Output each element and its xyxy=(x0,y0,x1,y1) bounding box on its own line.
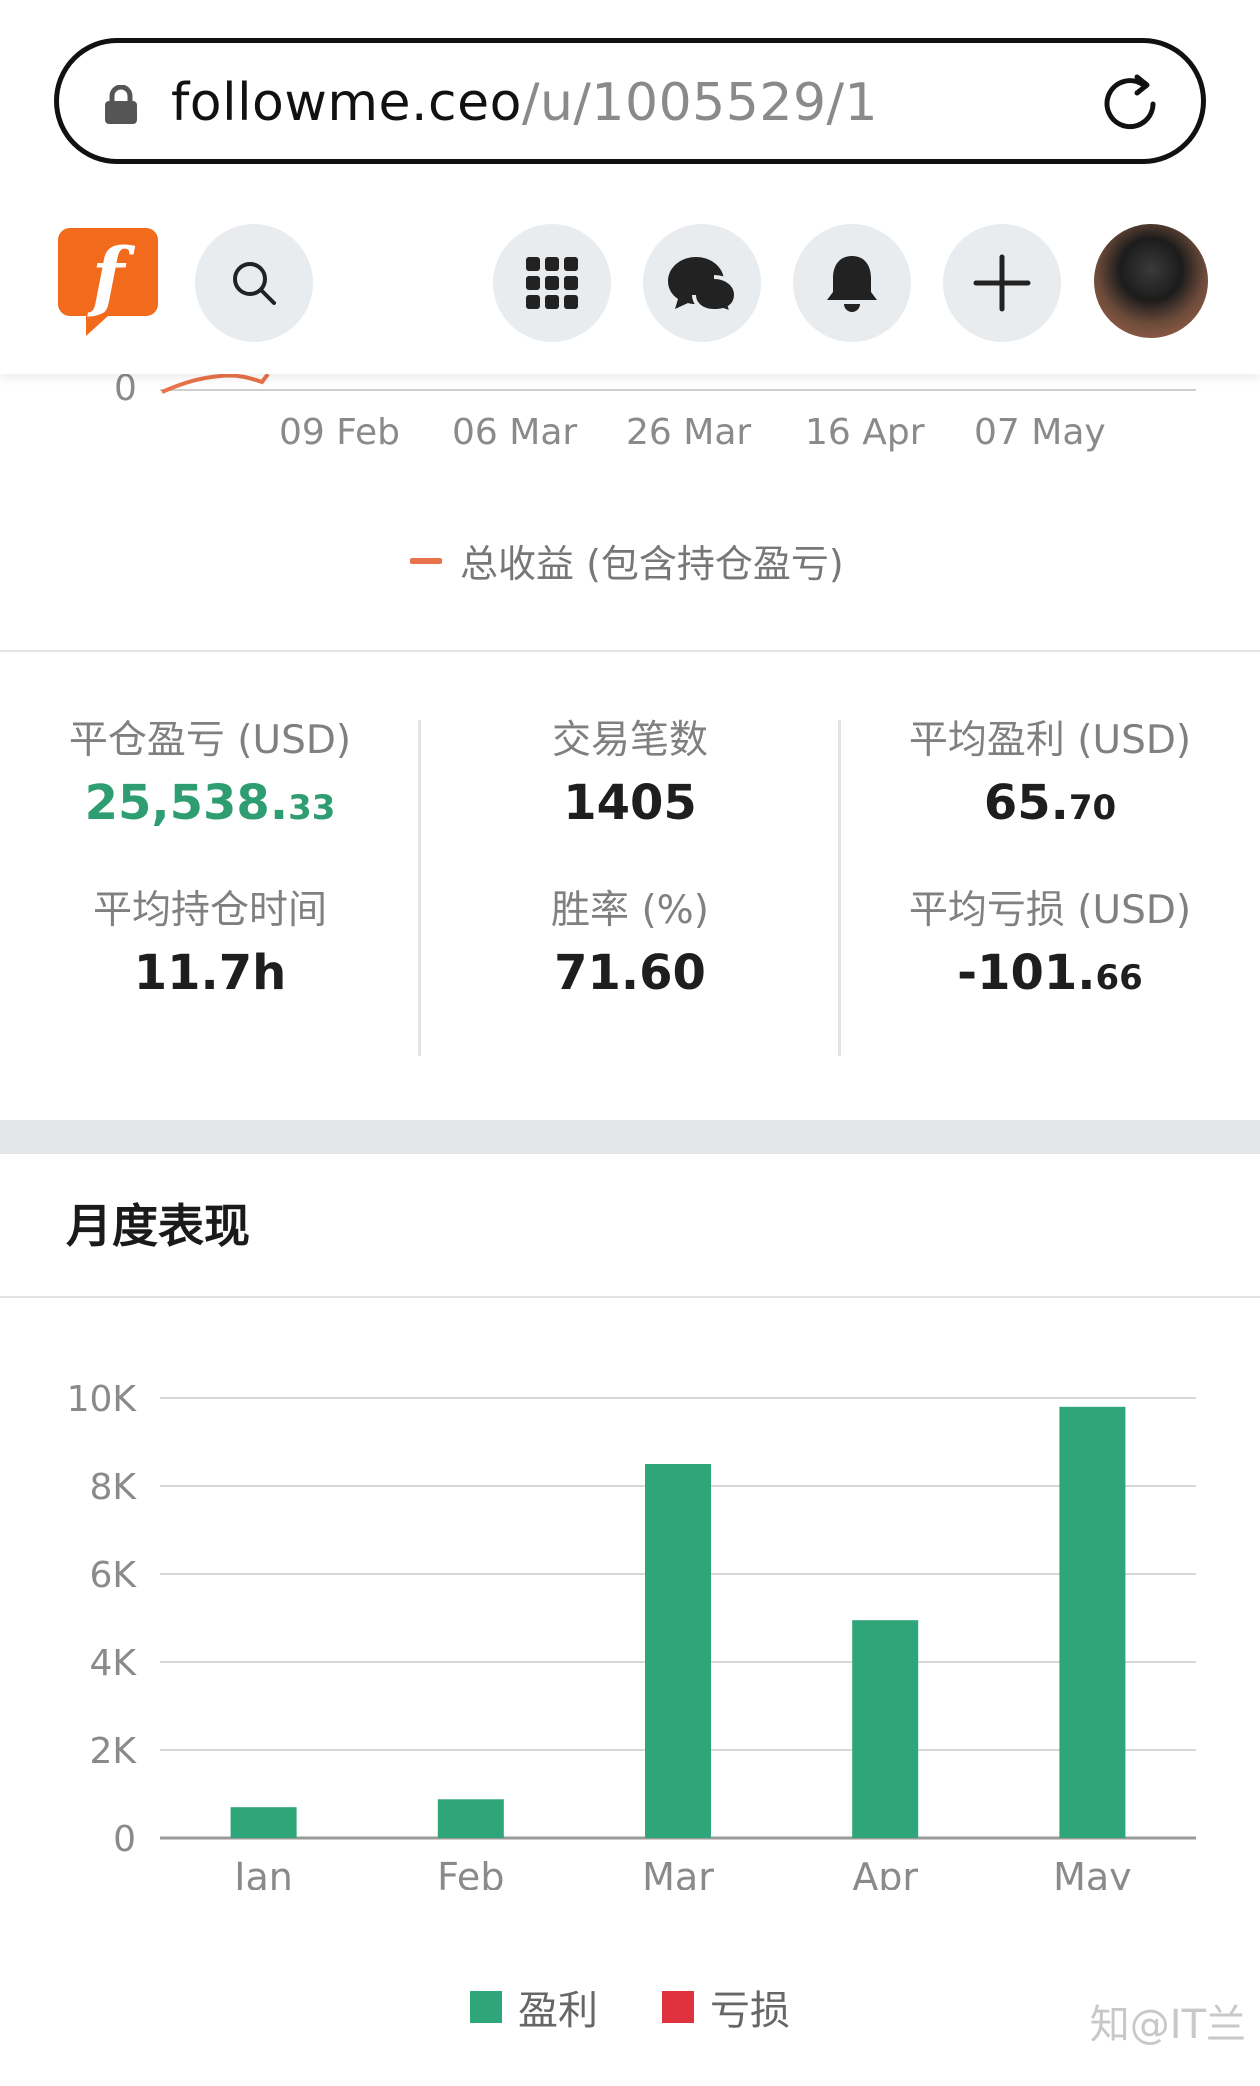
stat-avg-profit: 平均盈利 (USD) 65.70 xyxy=(840,716,1260,839)
stat-label: 平均盈利 (USD) xyxy=(908,718,1192,763)
url-path: /u/1005529/1 xyxy=(521,73,879,133)
top-chart-x-tick: 09 Feb xyxy=(279,412,400,453)
stat-value: 25,538.33 xyxy=(84,775,336,831)
top-chart-y-tick: 0 xyxy=(114,368,137,409)
url-text[interactable]: followme.ceo/u/1005529/1 xyxy=(171,71,878,135)
section-separator-band xyxy=(0,1120,1260,1154)
apps-grid-icon xyxy=(526,257,578,309)
bar-profit-apr xyxy=(852,1620,919,1838)
followme-logo[interactable]: f xyxy=(56,226,160,338)
stat-label: 胜率 (%) xyxy=(551,888,709,933)
y-tick-label: 2K xyxy=(89,1731,137,1772)
top-chart-x-tick: 06 Mar xyxy=(452,412,578,453)
legend-swatch-profit xyxy=(470,1991,502,2023)
top-chart-x-tick: 16 Apr xyxy=(805,412,925,453)
site-header: f xyxy=(0,212,1260,374)
top-chart-x-tick: 07 May xyxy=(974,412,1106,453)
stat-value: 11.7h xyxy=(133,945,287,1001)
bar-profit-feb xyxy=(437,1799,504,1838)
chat-icon xyxy=(668,257,738,313)
legend-line-swatch xyxy=(410,557,442,564)
legend-label: 亏损 xyxy=(710,1988,790,2034)
avatar[interactable] xyxy=(1094,224,1208,338)
legend-item-profit[interactable]: 盈利 xyxy=(470,1978,598,2036)
legend-label: 盈利 xyxy=(518,1988,598,2034)
section-divider xyxy=(0,650,1260,652)
notifications-button[interactable] xyxy=(793,224,911,342)
top-chart-x-tick: 26 Mar xyxy=(626,412,752,453)
url-host: followme.ceo xyxy=(171,73,522,133)
y-tick-label: 6K xyxy=(89,1555,137,1596)
stat-label: 交易笔数 xyxy=(551,718,708,763)
bar-profit-may xyxy=(1059,1406,1126,1838)
address-bar[interactable]: followme.ceo/u/1005529/1 xyxy=(54,38,1206,164)
legend-swatch-loss xyxy=(662,1991,694,2023)
stat-value: 65.70 xyxy=(983,775,1117,831)
stat-avg-loss: 平均亏损 (USD) -101.66 xyxy=(840,886,1260,1009)
stat-avg-hold-time: 平均持仓时间 11.7h xyxy=(0,886,420,1004)
legend-label: 总收益 (包含持仓盈亏) xyxy=(460,542,844,586)
x-tick-label: Jan xyxy=(232,1855,293,1890)
bar-profit-jan xyxy=(230,1807,297,1838)
stat-win-rate: 胜率 (%) 71.60 xyxy=(420,886,840,1004)
x-tick-label: Mar xyxy=(642,1855,714,1890)
stat-value: 1405 xyxy=(563,775,697,831)
reload-icon[interactable] xyxy=(1097,71,1163,137)
create-button[interactable] xyxy=(943,224,1061,342)
y-tick-label: 8K xyxy=(89,1467,137,1508)
stat-closed-pl: 平仓盈亏 (USD) 25,538.33 xyxy=(0,716,420,839)
y-tick-label: 4K xyxy=(89,1643,137,1684)
stat-trade-count: 交易笔数 1405 xyxy=(420,716,840,834)
y-tick-label: 0 xyxy=(113,1819,136,1860)
bar-profit-mar xyxy=(645,1464,711,1838)
stat-label: 平均持仓时间 xyxy=(92,888,327,933)
search-icon xyxy=(233,262,276,305)
top-chart-legend[interactable]: 总收益 (包含持仓盈亏) xyxy=(410,533,844,588)
section-title: 月度表现 xyxy=(66,1199,250,1253)
lock-icon xyxy=(105,85,137,124)
messages-button[interactable] xyxy=(643,224,761,342)
stat-value: -101.66 xyxy=(957,945,1143,1001)
x-tick-label: Apr xyxy=(852,1855,918,1890)
bell-icon xyxy=(827,256,877,312)
stat-label: 平均亏损 (USD) xyxy=(908,888,1192,933)
search-button[interactable] xyxy=(195,224,313,342)
legend-item-loss[interactable]: 亏损 xyxy=(662,1978,790,2036)
stat-label: 平仓盈亏 (USD) xyxy=(68,718,352,763)
x-tick-label: Feb xyxy=(437,1855,504,1890)
y-tick-label: 10K xyxy=(67,1379,138,1420)
watermark: 知@IT兰 xyxy=(1089,2002,1246,2048)
x-tick-label: May xyxy=(1053,1855,1132,1890)
monthly-performance-chart: 0 2K 4K 6K 8K 10K Jan Feb Mar Apr May xyxy=(67,1379,1196,1890)
apps-button[interactable] xyxy=(493,224,611,342)
section-divider xyxy=(0,1296,1260,1298)
plus-icon xyxy=(973,254,1031,312)
stat-value: 71.60 xyxy=(554,945,706,1001)
